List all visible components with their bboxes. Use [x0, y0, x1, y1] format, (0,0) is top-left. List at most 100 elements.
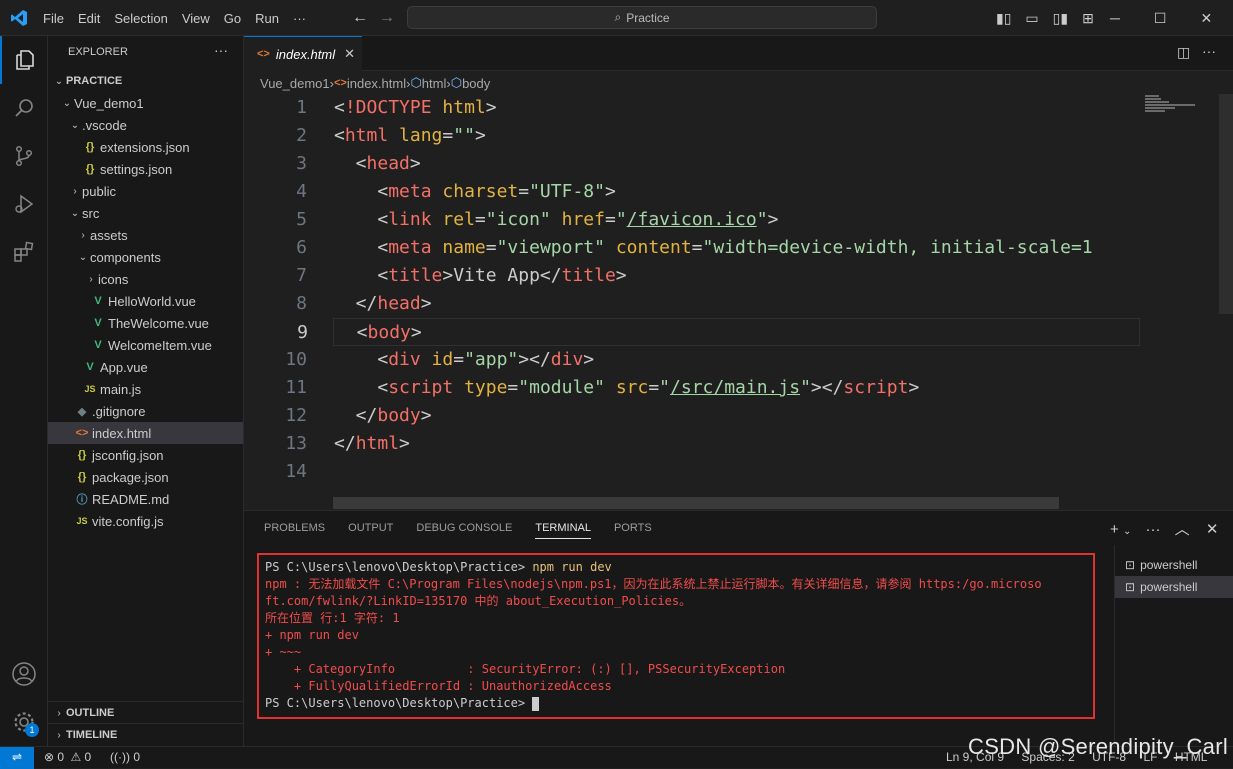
terminal-line: + FullyQualifiedErrorId : UnauthorizedAc… — [265, 678, 612, 695]
file-item[interactable]: {} extensions.json — [48, 136, 243, 158]
code-token: charset — [442, 181, 519, 202]
toggle-primary-sidebar-icon[interactable]: ▮▯ — [996, 10, 1011, 27]
ports-indicator[interactable]: ((·)) 0 — [110, 750, 140, 764]
file-item[interactable]: ⓘ README.md — [48, 488, 243, 510]
code-line[interactable]: 2 <html lang=""> — [244, 122, 1233, 150]
forward-arrow-icon[interactable]: → — [379, 9, 395, 27]
menu-item-file[interactable]: File — [36, 11, 71, 26]
remote-indicator[interactable]: ⇌ — [0, 747, 34, 769]
panel-tab-problems[interactable]: PROBLEMS — [264, 522, 325, 534]
code-line[interactable]: 1 <!DOCTYPE html> — [244, 94, 1233, 122]
timeline-section-header[interactable]: › TIMELINE — [48, 723, 243, 746]
menu-more-button[interactable]: ··· — [286, 11, 313, 26]
panel-tab-debug-console[interactable]: DEBUG CONSOLE — [416, 522, 512, 534]
code-line[interactable]: 13 </html> — [244, 430, 1233, 458]
folder-item[interactable]: ⌄ .vscode — [48, 114, 243, 136]
minimize-icon[interactable]: ─ — [1110, 10, 1120, 26]
terminal-output[interactable]: PS C:\Users\lenovo\Desktop\Practice> npm… — [257, 553, 1095, 719]
code-text: <head> — [334, 150, 421, 178]
folder-item[interactable]: ⌄ components — [48, 246, 243, 268]
split-editor-icon[interactable]: ◫ — [1177, 44, 1190, 61]
panel-tab-output[interactable]: OUTPUT — [348, 522, 393, 534]
line-number: 11 — [285, 377, 307, 398]
menu-item-run[interactable]: Run — [248, 11, 286, 26]
file-item[interactable]: {} settings.json — [48, 158, 243, 180]
code-line[interactable]: 9 <body> — [297, 318, 1140, 346]
code-line[interactable]: 5 <link rel="icon" href="/favicon.ico"> — [244, 206, 1233, 234]
file-item[interactable]: {} package.json — [48, 466, 243, 488]
folder-item[interactable]: › public — [48, 180, 243, 202]
tab-index-html[interactable]: <> index.html ✕ — [244, 36, 362, 71]
code-line[interactable]: 11 <script type="module" src="/src/main.… — [244, 374, 1233, 402]
code-token: < — [334, 209, 389, 230]
editor-more-icon[interactable]: ··· — [1202, 43, 1216, 59]
panel-more-icon[interactable]: ··· — [1146, 521, 1161, 538]
search-label: Practice — [626, 10, 670, 25]
explorer-more-button[interactable]: ··· — [214, 42, 228, 58]
code-line[interactable]: 3 <head> — [244, 150, 1233, 178]
menu-item-edit[interactable]: Edit — [71, 11, 107, 26]
chevron-right-icon: › — [57, 729, 61, 741]
close-window-icon[interactable]: ✕ — [1200, 10, 1212, 27]
menu-item-selection[interactable]: Selection — [107, 11, 174, 26]
horizontal-scrollbar[interactable] — [333, 497, 1059, 509]
toggle-secondary-sidebar-icon[interactable]: ▯▮ — [1053, 10, 1068, 27]
source-control-icon[interactable] — [0, 132, 48, 180]
folder-item[interactable]: › icons — [48, 268, 243, 290]
breadcrumb-item[interactable]: body — [462, 76, 490, 91]
back-arrow-icon[interactable]: ← — [352, 9, 368, 27]
manage-gear-icon[interactable]: 1 — [0, 698, 48, 746]
title-bar: File Edit Selection View Go Run ··· ← → ⌕ Prac… — [0, 0, 1233, 36]
panel-tab-ports[interactable]: PORTS — [614, 522, 652, 534]
folder-item[interactable]: ⌄ Vue_demo1 — [48, 92, 243, 114]
code-line[interactable]: 4 <meta charset="UTF-8"> — [244, 178, 1233, 206]
code-line[interactable]: 10 <div id="app"></div> — [244, 346, 1233, 374]
terminal-instance[interactable]: ⊡ powershell — [1115, 576, 1233, 598]
code-line[interactable]: 7 <title>Vite App</title> — [244, 262, 1233, 290]
file-item[interactable]: JS main.js — [48, 378, 243, 400]
terminal-dropdown-icon[interactable]: ⌄ — [1123, 526, 1131, 537]
account-icon[interactable] — [0, 650, 48, 698]
maximize-panel-icon[interactable]: ︿ — [1175, 521, 1190, 538]
workspace-root-header[interactable]: ⌄ PRACTICE — [48, 70, 243, 92]
file-item[interactable]: {} jsconfig.json — [48, 444, 243, 466]
tree-item-label: HelloWorld.vue — [108, 293, 196, 309]
line-number: 5 — [296, 209, 307, 230]
terminal-instance[interactable]: ⊡ powershell — [1115, 554, 1233, 576]
explorer-icon[interactable] — [0, 36, 48, 84]
search-activity-icon[interactable] — [0, 84, 48, 132]
toggle-panel-icon[interactable]: ▭ — [1025, 10, 1038, 27]
code-token: "" — [453, 125, 475, 146]
file-item[interactable]: V App.vue — [48, 356, 243, 378]
ports-count: 0 — [133, 750, 141, 764]
file-item[interactable]: V TheWelcome.vue — [48, 312, 243, 334]
command-center-search[interactable]: ⌕ Practice — [407, 6, 877, 29]
folder-item[interactable]: ⌄ src — [48, 202, 243, 224]
file-item[interactable]: V WelcomeItem.vue — [48, 334, 243, 356]
customize-layout-icon[interactable]: ⊞ — [1082, 10, 1094, 27]
code-line[interactable]: 6 <meta name="viewport" content="width=d… — [244, 234, 1233, 262]
folder-item[interactable]: › assets — [48, 224, 243, 246]
close-panel-icon[interactable]: ✕ — [1206, 521, 1219, 538]
extensions-icon[interactable] — [0, 228, 48, 276]
new-terminal-icon[interactable]: + — [1110, 521, 1119, 538]
maximize-icon[interactable]: ☐ — [1154, 10, 1167, 27]
file-item[interactable]: ◆ .gitignore — [48, 400, 243, 422]
code-line[interactable]: 8 </head> — [244, 290, 1233, 318]
menu-item-view[interactable]: View — [175, 11, 217, 26]
code-line[interactable]: 14 — [244, 458, 1233, 486]
problems-indicator[interactable]: ⊗ 0 ⚠ 0 — [44, 750, 91, 764]
panel-tab-terminal[interactable]: TERMINAL — [535, 522, 591, 539]
file-item[interactable]: V HelloWorld.vue — [48, 290, 243, 312]
menu-item-go[interactable]: Go — [217, 11, 248, 26]
close-tab-icon[interactable]: ✕ — [344, 46, 355, 62]
vertical-scrollbar[interactable] — [1219, 94, 1233, 314]
outline-section-header[interactable]: › OUTLINE — [48, 701, 243, 724]
breadcrumb-item[interactable]: html — [422, 76, 447, 91]
file-item[interactable]: <> index.html — [48, 422, 243, 444]
file-item[interactable]: JS vite.config.js — [48, 510, 243, 532]
code-line[interactable]: 12 </body> — [244, 402, 1233, 430]
breadcrumb-item[interactable]: Vue_demo1 — [260, 76, 330, 91]
breadcrumb-item[interactable]: index.html — [347, 76, 406, 91]
run-debug-icon[interactable] — [0, 180, 48, 228]
